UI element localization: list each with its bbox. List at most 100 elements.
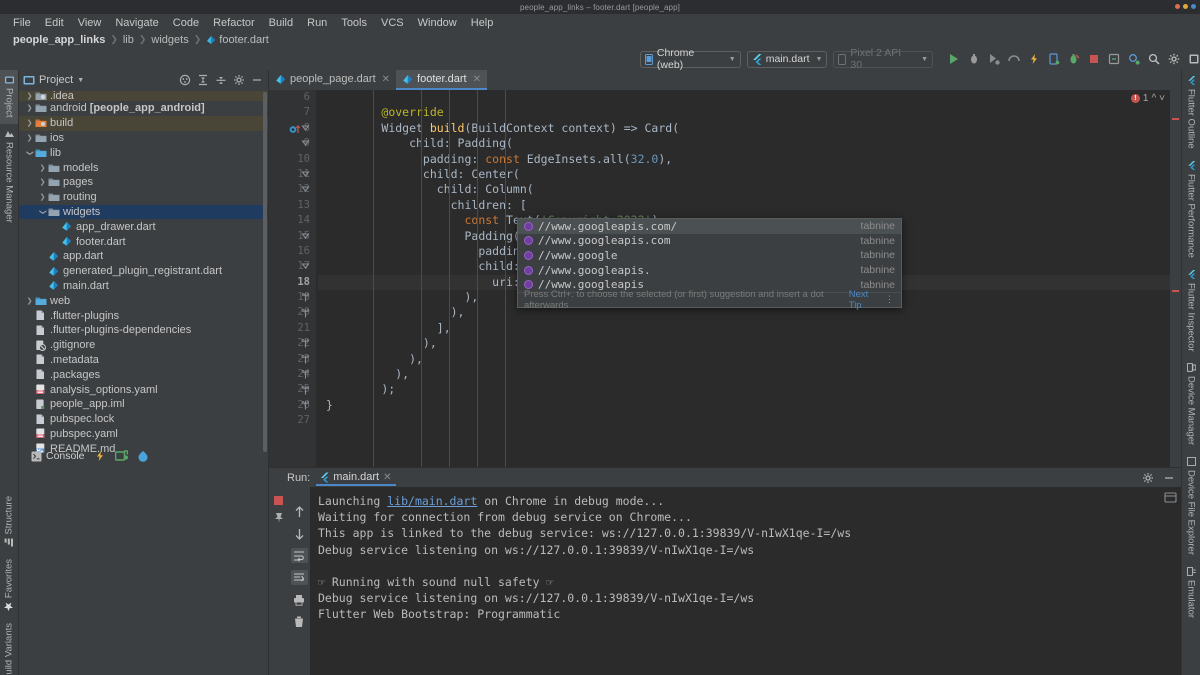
breadcrumb-file[interactable]: footer.dart (203, 34, 272, 46)
fold-end-icon[interactable] (301, 308, 310, 318)
console-tab[interactable]: Console (31, 450, 85, 462)
code-line[interactable]: ), (318, 352, 1181, 367)
next-tip-link[interactable]: Next Tip (849, 289, 881, 311)
code-line[interactable]: ), (318, 367, 1181, 382)
close-icon[interactable]: ✕ (383, 472, 391, 483)
notifications-icon[interactable] (1187, 53, 1200, 66)
autocomplete-popup[interactable]: //www.googleapis.com/tabnine//www.google… (517, 218, 902, 311)
code-line[interactable]: padding: const EdgeInsets.all(32.0), (318, 152, 1181, 167)
console-file-link[interactable]: lib/main.dart (387, 494, 477, 508)
tree-node[interactable]: footer.dart (19, 234, 268, 249)
tree-node[interactable]: .packages (19, 367, 268, 382)
console-output[interactable]: Launching lib/main.dart on Chrome in deb… (310, 487, 1181, 675)
code-line[interactable]: Widget build(BuildContext context) => Ca… (318, 121, 1181, 136)
fold-start-icon[interactable] (301, 185, 310, 194)
menu-item-tools[interactable]: Tools (334, 16, 374, 30)
hot-restart-icon[interactable] (114, 450, 128, 462)
tree-node[interactable]: analysis_options.yaml (19, 382, 268, 397)
menu-item-navigate[interactable]: Navigate (108, 16, 165, 30)
project-tree-scrollbar[interactable] (263, 92, 267, 452)
menu-item-window[interactable]: Window (411, 16, 464, 30)
code-line[interactable] (318, 413, 1181, 428)
editor-tab-people_page-dart[interactable]: people_page.dart ✕ (269, 70, 396, 90)
window-minimize-icon[interactable] (1183, 4, 1188, 9)
prev-problem-icon[interactable]: ^ (1151, 93, 1156, 104)
tree-node[interactable]: ❯ models (19, 160, 268, 175)
open-devtools-icon[interactable] (137, 450, 149, 462)
fold-end-icon[interactable] (301, 385, 310, 395)
error-marker[interactable] (1172, 290, 1179, 292)
scroll-up-icon[interactable] (291, 504, 308, 519)
fold-end-icon[interactable] (301, 370, 310, 379)
tree-node[interactable]: app_drawer.dart (19, 219, 268, 234)
menu-item-vcs[interactable]: VCS (374, 16, 411, 30)
autocomplete-item[interactable]: //www.googleapis. tabnine (518, 263, 901, 278)
more-options-icon[interactable]: ⋮ (885, 294, 895, 305)
run-icon[interactable] (947, 53, 960, 66)
tree-node[interactable]: generated_plugin_registrant.dart (19, 264, 268, 279)
rail-tab-flutter-outline[interactable]: Flutter Outline (1182, 70, 1200, 155)
window-close-icon[interactable] (1175, 4, 1180, 9)
code-line[interactable]: child: Center( (318, 167, 1181, 182)
open-android-emulator-icon[interactable] (1107, 53, 1120, 66)
menu-item-file[interactable]: File (6, 16, 38, 30)
fold-start-icon[interactable] (301, 170, 310, 179)
run-tab-main-dart[interactable]: main.dart ✕ (316, 469, 396, 486)
fold-end-icon[interactable] (301, 339, 310, 348)
chevron-right-icon[interactable]: ❯ (38, 193, 47, 201)
rail-tab-device-manager[interactable]: Device Manager (1182, 357, 1200, 451)
tree-node[interactable]: pubspec.lock (19, 412, 268, 427)
chevron-right-icon[interactable]: ❯ (25, 119, 34, 127)
emulator-selector[interactable]: Pixel 2 API 30 ▼ (833, 47, 933, 71)
tree-node[interactable]: main.dart (19, 279, 268, 294)
tree-node[interactable]: ❯ web (19, 293, 268, 308)
fold-end-icon[interactable] (301, 354, 310, 364)
fold-end-icon[interactable] (301, 401, 310, 410)
chevron-right-icon[interactable]: ❯ (38, 164, 47, 172)
tree-node[interactable]: ❯ pages (19, 175, 268, 190)
menu-item-edit[interactable]: Edit (38, 16, 71, 30)
editor-tab-footer-dart[interactable]: footer.dart ✕ (396, 70, 487, 90)
code-line[interactable]: children: [ (318, 198, 1181, 213)
menu-item-refactor[interactable]: Refactor (206, 16, 262, 30)
window-controls[interactable] (1175, 4, 1196, 9)
tree-node[interactable]: .gitignore (19, 338, 268, 353)
tree-node[interactable]: ❯ android [people_app_android] (19, 101, 268, 116)
tree-node[interactable]: ❯ lib (19, 145, 268, 160)
menu-item-code[interactable]: Code (166, 16, 206, 30)
tree-node[interactable]: people_app.iml (19, 397, 268, 412)
code-line[interactable]: ); (318, 382, 1181, 397)
editor-gutter[interactable]: 6 7 8 9 10 11 12 13 14 15 16 17 18 19 20 21 22 23 24 25 26 27 (269, 90, 316, 467)
autocomplete-item[interactable]: //www.googleapis.com tabnine (518, 234, 901, 249)
code-line[interactable]: ), (318, 336, 1181, 351)
autocomplete-item[interactable]: //www.google tabnine (518, 248, 901, 263)
chevron-down-icon[interactable]: ❯ (25, 149, 34, 157)
rail-tab-project[interactable]: Project (0, 70, 18, 124)
device-selector[interactable]: Chrome (web) ▼ (640, 47, 741, 71)
rail-tab-device-file-explorer[interactable]: Device File Explorer (1182, 451, 1200, 561)
pin-icon[interactable] (271, 509, 287, 527)
code-line[interactable] (318, 90, 1181, 105)
menu-item-run[interactable]: Run (300, 16, 334, 30)
rail-tab-flutter-performance[interactable]: Flutter Performance (1182, 155, 1200, 264)
code-line[interactable]: } (318, 398, 1181, 413)
tree-node[interactable]: ❯ .idea (19, 90, 268, 102)
tree-node[interactable]: .flutter-plugins (19, 308, 268, 323)
search-icon[interactable] (1147, 53, 1160, 66)
rail-tab-resource-manager[interactable]: Resource Manager (0, 124, 18, 229)
profile-icon[interactable] (1007, 53, 1020, 66)
breadcrumb-project[interactable]: people_app_links (10, 34, 108, 46)
rail-tab-emulator[interactable]: Emulator (1182, 561, 1200, 624)
tree-node[interactable]: pubspec.yaml (19, 427, 268, 442)
collapse-all-icon[interactable] (196, 73, 210, 87)
sdk-manager-icon[interactable] (1127, 53, 1140, 66)
override-method-icon[interactable] (289, 124, 305, 135)
tree-node[interactable]: .metadata (19, 353, 268, 368)
chevron-down-icon[interactable]: ❯ (38, 208, 47, 216)
code-line[interactable]: child: Column( (318, 182, 1181, 197)
soft-wrap-icon[interactable] (290, 548, 308, 563)
clear-all-icon[interactable] (291, 614, 308, 629)
stop-icon[interactable] (1087, 53, 1100, 66)
hot-reload-icon[interactable] (94, 450, 106, 462)
editor-inspection-widget[interactable]: ! 1 ^ ˅ (1130, 93, 1165, 104)
